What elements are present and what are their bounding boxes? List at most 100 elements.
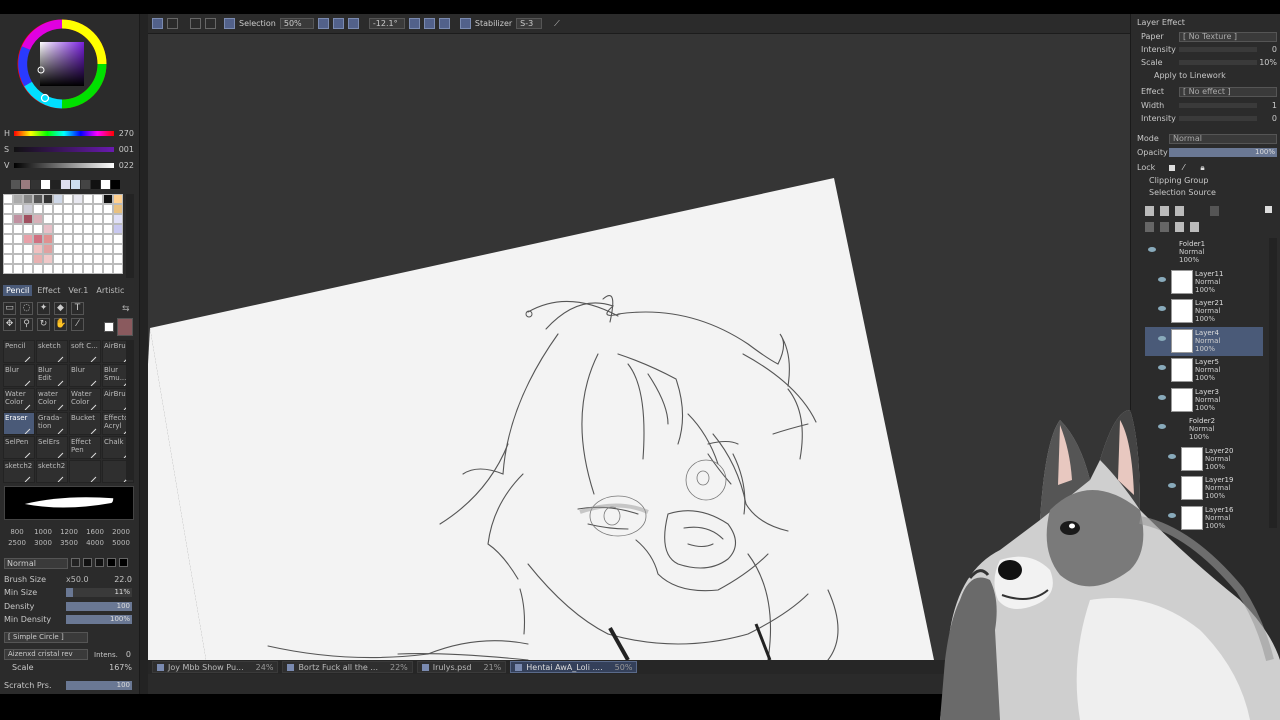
- brush-shape-select[interactable]: [ Simple Circle ]: [4, 632, 88, 643]
- scratch-row[interactable]: Scratch Prs. 100: [4, 680, 136, 691]
- swatch-cell[interactable]: [53, 224, 63, 234]
- file-tab[interactable]: Hentai AwA_Loli .... 50%: [510, 661, 638, 673]
- swatch-cell[interactable]: [53, 234, 63, 244]
- swatch-scrollbar[interactable]: [126, 194, 134, 278]
- swatch-cell[interactable]: [33, 214, 43, 224]
- brush-tool[interactable]: Grada- tion: [36, 412, 68, 435]
- swatch-cell[interactable]: [13, 224, 23, 234]
- swatch-cell[interactable]: [53, 264, 63, 274]
- brush-tool[interactable]: soft C...: [69, 340, 101, 363]
- swatch-cell[interactable]: [13, 214, 23, 224]
- brush-tool[interactable]: [69, 460, 101, 483]
- swatch-cell[interactable]: [63, 224, 73, 234]
- swap-colors-icon[interactable]: ⇆: [122, 304, 130, 314]
- brush-size-row[interactable]: Brush Size x50.0 22.0: [4, 574, 136, 585]
- layer-item[interactable]: Layer5 Normal 100%: [1145, 356, 1263, 385]
- file-tab[interactable]: Joy Mbb Show Pu... 24%: [152, 661, 279, 673]
- swatch-cell[interactable]: [43, 194, 53, 204]
- brush-shape-square2-icon[interactable]: [119, 558, 128, 567]
- swatch-cell[interactable]: [83, 264, 93, 274]
- swatch-cell[interactable]: [93, 214, 103, 224]
- swatch-cell[interactable]: [3, 214, 13, 224]
- text-icon[interactable]: T: [71, 302, 84, 315]
- swatch-cell[interactable]: [3, 244, 13, 254]
- brush-tool[interactable]: Water Color: [3, 388, 35, 411]
- texture-intens-value[interactable]: 0: [126, 650, 131, 659]
- new-folder-icon[interactable]: [1175, 206, 1184, 216]
- brush-size-preset[interactable]: 2500: [4, 539, 30, 550]
- paper-intensity-row[interactable]: Intensity 0: [1141, 44, 1277, 55]
- eyedropper-icon[interactable]: ⁄: [71, 318, 84, 331]
- zoom-select[interactable]: 50%: [279, 18, 314, 29]
- swatch-cell[interactable]: [23, 254, 33, 264]
- swatch-cell[interactable]: [113, 234, 123, 244]
- primary-color-chip[interactable]: [117, 318, 133, 336]
- swatch-cell[interactable]: [33, 224, 43, 234]
- swatch-cell[interactable]: [63, 264, 73, 274]
- eye-icon[interactable]: [1158, 306, 1166, 311]
- density-slider[interactable]: 100: [66, 602, 132, 611]
- swatch-cell[interactable]: [53, 194, 63, 204]
- file-tab[interactable]: Bortz Fuck all the ... 22%: [282, 661, 413, 673]
- swatch-cell[interactable]: [63, 204, 73, 214]
- swatch-cell[interactable]: [73, 264, 83, 274]
- eye-icon[interactable]: [1148, 247, 1156, 252]
- swatch-cell[interactable]: [93, 254, 103, 264]
- brush-tool[interactable]: Effect Pen: [69, 436, 101, 459]
- swatch-cell[interactable]: [103, 194, 113, 204]
- brush-tool[interactable]: Eraser: [3, 412, 35, 435]
- redo-icon[interactable]: [167, 18, 178, 29]
- swatch-cell[interactable]: [103, 204, 113, 214]
- brush-tool[interactable]: SelPen: [3, 436, 35, 459]
- paper-texture-select[interactable]: [ No Texture ]: [1179, 31, 1277, 42]
- swatch-cell[interactable]: [23, 214, 33, 224]
- brush-size-preset[interactable]: 4000: [82, 539, 108, 550]
- swatch-cell[interactable]: [103, 264, 113, 274]
- swatch-cell[interactable]: [53, 204, 63, 214]
- brush-size-preset[interactable]: 1200: [56, 528, 82, 539]
- brush-tool[interactable]: water Color: [36, 388, 68, 411]
- swatch-cell[interactable]: [13, 264, 23, 274]
- swatch-cell[interactable]: [113, 214, 123, 224]
- brush-size-preset[interactable]: 3500: [56, 539, 82, 550]
- swatch-cell[interactable]: [113, 264, 123, 274]
- brush-size-preset[interactable]: 1000: [30, 528, 56, 539]
- swatch-cell[interactable]: [13, 254, 23, 264]
- swatch-cell[interactable]: [83, 224, 93, 234]
- brush-size-preset[interactable]: 1600: [82, 528, 108, 539]
- min-size-slider[interactable]: 11%: [66, 588, 132, 597]
- swatch-cell[interactable]: [33, 204, 43, 214]
- swatch-cell[interactable]: [83, 194, 93, 204]
- swatch-cell[interactable]: [63, 254, 73, 264]
- swatch-cell[interactable]: [103, 224, 113, 234]
- paper-intensity-slider[interactable]: [1179, 47, 1257, 52]
- brush-tool[interactable]: sketch: [36, 340, 68, 363]
- swatch-cell[interactable]: [83, 244, 93, 254]
- swatch-cell[interactable]: [13, 234, 23, 244]
- move-layer-icon[interactable]: ✥: [3, 318, 16, 331]
- lock-all-icon[interactable]: 🔒︎: [1200, 163, 1204, 173]
- swatch-cell[interactable]: [113, 224, 123, 234]
- swatch-cell[interactable]: [83, 204, 93, 214]
- flip-icon[interactable]: [459, 18, 471, 29]
- swatch-cell[interactable]: [113, 204, 123, 214]
- swatch-cell[interactable]: [103, 234, 113, 244]
- eye-icon[interactable]: [1158, 365, 1166, 370]
- zoom-icon[interactable]: ⚲: [20, 318, 33, 331]
- swatch-cell[interactable]: [43, 214, 53, 224]
- recent-colors[interactable]: [11, 180, 120, 189]
- swatch-cell[interactable]: [43, 234, 53, 244]
- effect-width-row[interactable]: Width 1: [1141, 100, 1277, 111]
- brush-tool[interactable]: Water Color: [69, 388, 101, 411]
- swatch-cell[interactable]: [113, 244, 123, 254]
- swatch-cell[interactable]: [73, 204, 83, 214]
- file-tab[interactable]: Irulys.psd 21%: [416, 661, 507, 673]
- swatch-cell[interactable]: [63, 214, 73, 224]
- swatch-palette[interactable]: [3, 180, 125, 276]
- swatch-cell[interactable]: [73, 194, 83, 204]
- eye-icon[interactable]: [1158, 276, 1166, 282]
- invert-selection-icon[interactable]: [205, 18, 216, 29]
- opacity-slider[interactable]: 100%: [1169, 148, 1277, 157]
- effect-select[interactable]: [ No effect ]: [1179, 86, 1277, 97]
- swatch-cell[interactable]: [23, 204, 33, 214]
